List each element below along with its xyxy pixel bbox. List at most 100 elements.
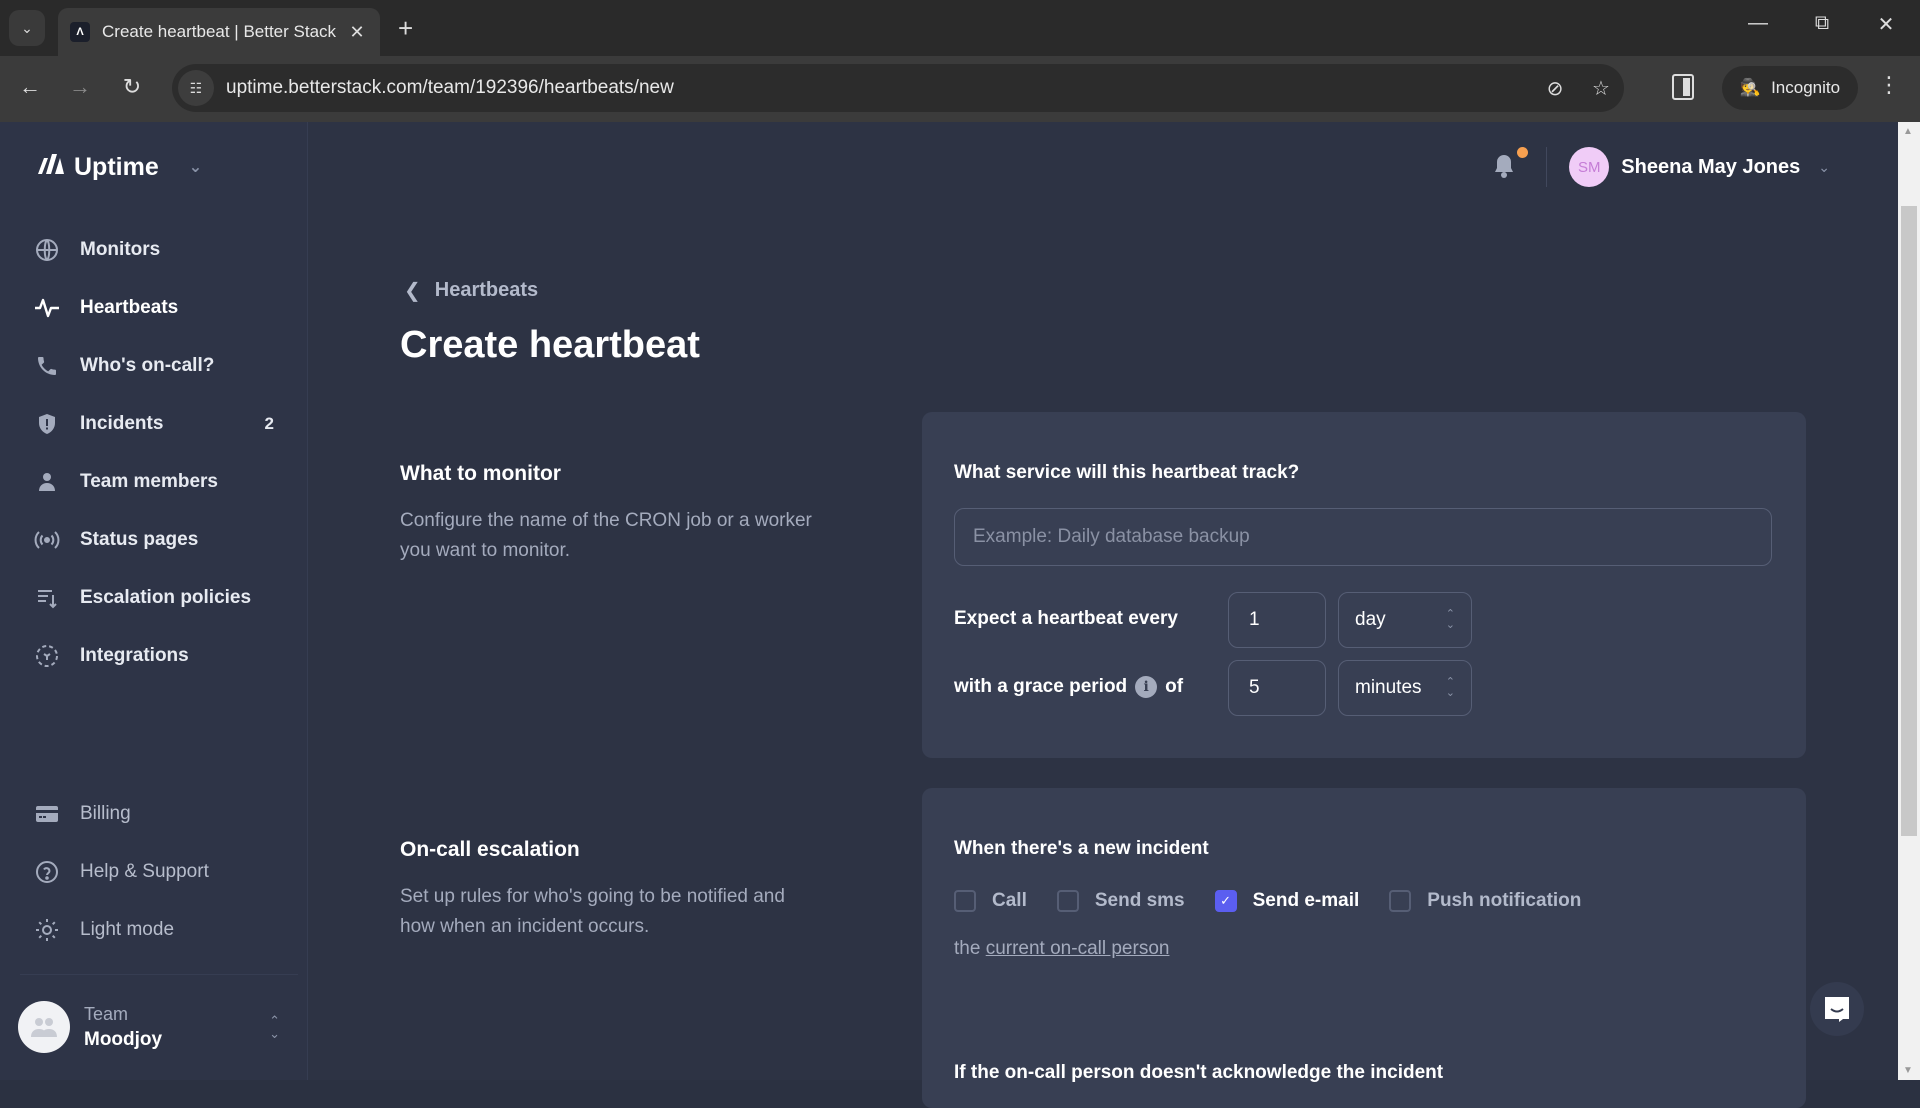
no-acknowledge-label: If the on-call person doesn't acknowledg…: [954, 1062, 1444, 1083]
page-title: Create heartbeat: [400, 324, 700, 366]
sidebar-item-integrations[interactable]: Integrations: [34, 636, 274, 676]
browser-tabstrip: ⌄ Λ Create heartbeat | Better Stack ✕ + …: [0, 0, 1920, 56]
globe-icon: [34, 237, 60, 263]
notify-target-line: the current on-call person: [954, 938, 1170, 959]
heartbeat-icon: [34, 295, 60, 321]
sidebar-item-escalation-policies[interactable]: Escalation policies: [34, 578, 274, 618]
notification-dot: [1517, 147, 1529, 158]
sidebar-item-monitors[interactable]: Monitors: [34, 230, 274, 270]
notification-options: Call Send sms ✓ Send e-mail Push notifica…: [954, 890, 1611, 912]
sidebar-divider: [20, 974, 298, 975]
sidebar-item-status-pages[interactable]: Status pages: [34, 520, 274, 560]
monitor-card: What service will this heartbeat track? …: [922, 412, 1806, 758]
chevron-down-icon: ⌄: [21, 19, 33, 36]
incognito-badge[interactable]: 🕵 Incognito: [1722, 66, 1858, 110]
service-name-input[interactable]: [954, 508, 1772, 566]
chevron-up-down-icon: ⌃ ⌄: [1445, 676, 1455, 699]
forward-button[interactable]: →: [64, 74, 96, 100]
breadcrumb-heartbeats-link[interactable]: Heartbeats: [435, 279, 538, 302]
option-send-email[interactable]: ✓ Send e-mail: [1214, 890, 1359, 912]
help-icon: [34, 859, 60, 885]
option-call[interactable]: Call: [954, 890, 1027, 912]
restore-button[interactable]: ⧉: [1802, 12, 1842, 35]
back-button[interactable]: ←: [14, 74, 46, 100]
browser-menu-icon[interactable]: ⋮: [1878, 72, 1900, 98]
user-name[interactable]: Sheena May Jones: [1621, 156, 1800, 179]
chevron-down-icon[interactable]: ⌄: [1818, 159, 1830, 176]
new-tab-button[interactable]: +: [398, 14, 413, 42]
team-name: Moodjoy: [84, 1028, 163, 1050]
uptime-logo-icon: [36, 152, 66, 182]
sidebar-item-whos-on-call[interactable]: Who's on-call?: [34, 346, 274, 386]
sidebar-item-team-members[interactable]: Team members: [34, 462, 274, 502]
bookmark-star-icon[interactable]: ☆: [1578, 76, 1624, 101]
window-close-button[interactable]: ✕: [1866, 12, 1906, 37]
section-description-what-to-monitor: Configure the name of the CRON job or a …: [400, 510, 812, 561]
escalation-card: When there's a new incident Call Send sm…: [922, 788, 1806, 1108]
chevron-up-down-icon: ⌃ ⌄: [269, 1013, 280, 1041]
brand-name: Uptime: [74, 152, 159, 181]
broadcast-icon: [34, 527, 60, 553]
option-push-notification[interactable]: Push notification: [1389, 890, 1581, 912]
breadcrumb[interactable]: ❮ Heartbeats: [404, 278, 538, 303]
shield-alert-icon: [34, 411, 60, 437]
team-switcher[interactable]: Team Moodjoy ⌃ ⌄: [18, 996, 288, 1058]
incognito-label: Incognito: [1771, 78, 1841, 97]
support-chat-button[interactable]: [1810, 982, 1864, 1036]
section-title-what-to-monitor: What to monitor: [400, 462, 561, 485]
info-icon[interactable]: i: [1135, 676, 1158, 698]
tab-title: Create heartbeat | Better Stack: [102, 22, 337, 41]
url-text[interactable]: uptime.betterstack.com/team/192396/heart…: [226, 77, 1532, 99]
product-switcher[interactable]: Uptime ⌄: [36, 152, 202, 182]
checkmark-icon: ✓: [1220, 893, 1232, 908]
user-avatar[interactable]: SM: [1569, 147, 1610, 187]
reload-button[interactable]: ↻: [116, 74, 148, 100]
sidebar: Uptime ⌄ Monitors Heartbeats Who's on-ca…: [0, 122, 308, 1080]
sidebar-item-billing[interactable]: Billing: [34, 794, 274, 834]
site-info-icon[interactable]: ☷: [178, 70, 214, 106]
current-on-call-person-link[interactable]: current on-call person: [986, 938, 1170, 959]
tab-search-button[interactable]: ⌄: [9, 10, 45, 46]
user-icon: [34, 469, 60, 495]
eye-off-icon[interactable]: ⊘: [1532, 76, 1578, 101]
sms-checkbox[interactable]: [1056, 890, 1079, 912]
option-send-sms[interactable]: Send sms: [1056, 890, 1185, 912]
sun-icon: [34, 917, 60, 943]
minimize-button[interactable]: —: [1738, 12, 1778, 35]
expect-heartbeat-label: Expect a heartbeat every: [954, 608, 1178, 629]
team-avatar: [18, 1001, 70, 1053]
integrations-icon: [34, 643, 60, 669]
page-scrollbar[interactable]: ▲ ▼: [1898, 122, 1920, 1080]
section-title-on-call-escalation: On-call escalation: [400, 838, 580, 861]
grace-unit-select[interactable]: minutes ⌃ ⌄: [1338, 660, 1472, 716]
credit-card-icon: [34, 801, 60, 827]
chevron-down-icon: ⌄: [188, 159, 203, 176]
expect-unit-select[interactable]: day ⌃ ⌄: [1338, 592, 1472, 648]
scrollbar-thumb[interactable]: [1901, 206, 1917, 836]
call-checkbox[interactable]: [954, 890, 976, 912]
email-checkbox[interactable]: ✓: [1214, 890, 1237, 912]
scroll-down-icon[interactable]: ▼: [1903, 1065, 1913, 1076]
better-stack-favicon: Λ: [70, 22, 90, 42]
address-bar[interactable]: ☷ uptime.betterstack.com/team/192396/hea…: [172, 64, 1624, 112]
sidebar-item-heartbeats[interactable]: Heartbeats: [34, 288, 274, 328]
side-panel-icon[interactable]: [1672, 74, 1694, 100]
sidebar-item-help-support[interactable]: Help & Support: [34, 852, 274, 892]
chevron-left-icon: ❮: [404, 280, 421, 302]
browser-tab-active[interactable]: Λ Create heartbeat | Better Stack ✕: [58, 8, 380, 56]
notifications-bell-icon[interactable]: [1492, 147, 1529, 181]
app-root: Uptime ⌄ Monitors Heartbeats Who's on-ca…: [0, 122, 1898, 1108]
chat-icon: [1825, 997, 1849, 1022]
push-checkbox[interactable]: [1389, 890, 1412, 912]
grace-period-input[interactable]: [1228, 660, 1326, 716]
grace-period-label: with a grace period i of: [954, 676, 1184, 698]
expect-interval-input[interactable]: [1228, 592, 1326, 648]
sidebar-item-incidents[interactable]: Incidents 2: [34, 404, 274, 444]
new-incident-label: When there's a new incident: [954, 838, 1209, 859]
sidebar-item-light-mode[interactable]: Light mode: [34, 910, 274, 950]
chevron-up-down-icon: ⌃ ⌄: [1445, 608, 1455, 631]
browser-toolbar: ← → ↻ ☷ uptime.betterstack.com/team/1923…: [0, 56, 1920, 122]
escalation-icon: [34, 585, 60, 611]
scroll-up-icon[interactable]: ▲: [1903, 126, 1913, 137]
tab-close-icon[interactable]: ✕: [346, 22, 368, 43]
